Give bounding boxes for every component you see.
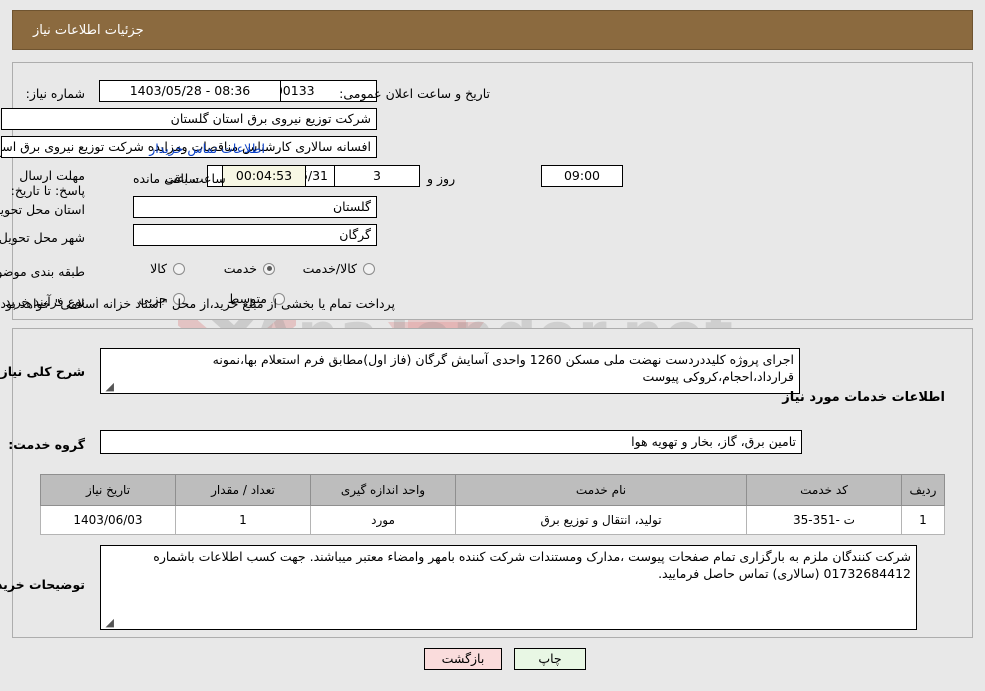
cell-unit: مورد — [310, 505, 456, 535]
col-code: کد خدمت — [746, 474, 902, 506]
remaining-days-field[interactable]: 3 — [334, 165, 420, 187]
cell-code: ت -351-35 — [746, 505, 902, 535]
col-unit: واحد اندازه گیری — [310, 474, 456, 506]
days-label: روز و — [427, 171, 456, 186]
col-need-date: تاریخ نیاز — [40, 474, 176, 506]
need-number-label: شماره نیاز: — [25, 86, 85, 101]
service-group-field[interactable]: تامین برق، گاز، بخار و تهویه هوا — [100, 430, 802, 454]
description-textarea[interactable]: اجرای پروژه کلیددردست نهضت ملی مسکن 1260… — [100, 348, 800, 394]
col-quantity: تعداد / مقدار — [175, 474, 311, 506]
cell-name: تولید، انتقال و توزیع برق — [455, 505, 747, 535]
category-option-khedmat[interactable]: خدمت — [224, 261, 275, 276]
col-row: ردیف — [901, 474, 945, 506]
city-label: شهر محل تحویل: — [0, 230, 85, 245]
services-table: ردیف کد خدمت نام خدمت واحد اندازه گیری ت… — [40, 474, 945, 535]
resize-grip-icon[interactable]: ◢ — [103, 381, 114, 392]
description-text: اجرای پروژه کلیددردست نهضت ملی مسکن 1260… — [212, 352, 794, 384]
table-header-row: ردیف کد خدمت نام خدمت واحد اندازه گیری ت… — [40, 474, 945, 506]
cell-quantity: 1 — [175, 505, 311, 535]
category-option-label: کالا — [150, 261, 167, 276]
province-field[interactable]: گلستان — [133, 196, 377, 218]
countdown-label: ساعت باقی مانده — [133, 171, 226, 186]
deadline-time-field[interactable]: 09:00 — [541, 165, 623, 187]
category-option-label: خدمت — [223, 261, 257, 276]
buyer-contact-link[interactable]: اطلاعات تماس خریدار — [149, 141, 265, 156]
radio-icon[interactable] — [173, 262, 185, 275]
payment-note: پرداخت تمام یا بخشی از مبلغ خرید،از محل … — [0, 296, 395, 311]
back-button[interactable]: بازگشت — [424, 648, 502, 670]
category-option-kala-khedmat[interactable]: کالا/خدمت — [303, 261, 375, 276]
page-title: جزئیات اطلاعات نیاز — [33, 22, 144, 38]
services-section-title: اطلاعات خدمات مورد نیاز — [782, 390, 945, 405]
description-label: شرح کلی نیاز: — [0, 364, 85, 379]
print-button[interactable]: چاپ — [514, 648, 586, 670]
cell-need-date: 1403/06/03 — [40, 505, 176, 535]
deadline-label: مهلت ارسال پاسخ: تا تاریخ: — [10, 168, 85, 198]
buyer-notes-label: توضیحات خریدار: — [0, 577, 85, 592]
service-group-label: گروه خدمت: — [8, 437, 85, 452]
category-option-label: کالا/خدمت — [302, 261, 357, 276]
buyer-notes-text: شرکت کنندگان ملزم به بارگزاری تمام صفحات… — [153, 549, 911, 581]
cell-row: 1 — [901, 505, 945, 535]
province-label: استان محل تحویل: — [0, 202, 85, 217]
buyer-notes-textarea[interactable]: شرکت کنندگان ملزم به بارگزاری تمام صفحات… — [100, 545, 917, 630]
radio-icon[interactable] — [263, 262, 275, 275]
page-root: AnaTender.net جزئیات اطلاعات نیاز شماره … — [0, 0, 985, 691]
resize-grip-icon[interactable]: ◢ — [103, 617, 114, 628]
table-row[interactable]: 1 ت -351-35 تولید، انتقال و توزیع برق مو… — [40, 505, 945, 535]
city-field[interactable]: گرگان — [133, 224, 377, 246]
announce-datetime-label: تاریخ و ساعت اعلان عمومی: — [339, 86, 490, 101]
countdown-timer-field: 00:04:53 — [222, 165, 306, 187]
category-label: طبقه بندی موضوعی: — [0, 264, 85, 279]
radio-icon[interactable] — [363, 262, 375, 275]
buyer-org-field[interactable]: شرکت توزیع نیروی برق استان گلستان — [1, 108, 377, 130]
category-option-kala[interactable]: کالا — [150, 261, 185, 276]
announce-datetime-field[interactable]: 1403/05/28 - 08:36 — [99, 80, 281, 102]
col-name: نام خدمت — [455, 474, 747, 506]
page-header: جزئیات اطلاعات نیاز — [12, 10, 973, 50]
